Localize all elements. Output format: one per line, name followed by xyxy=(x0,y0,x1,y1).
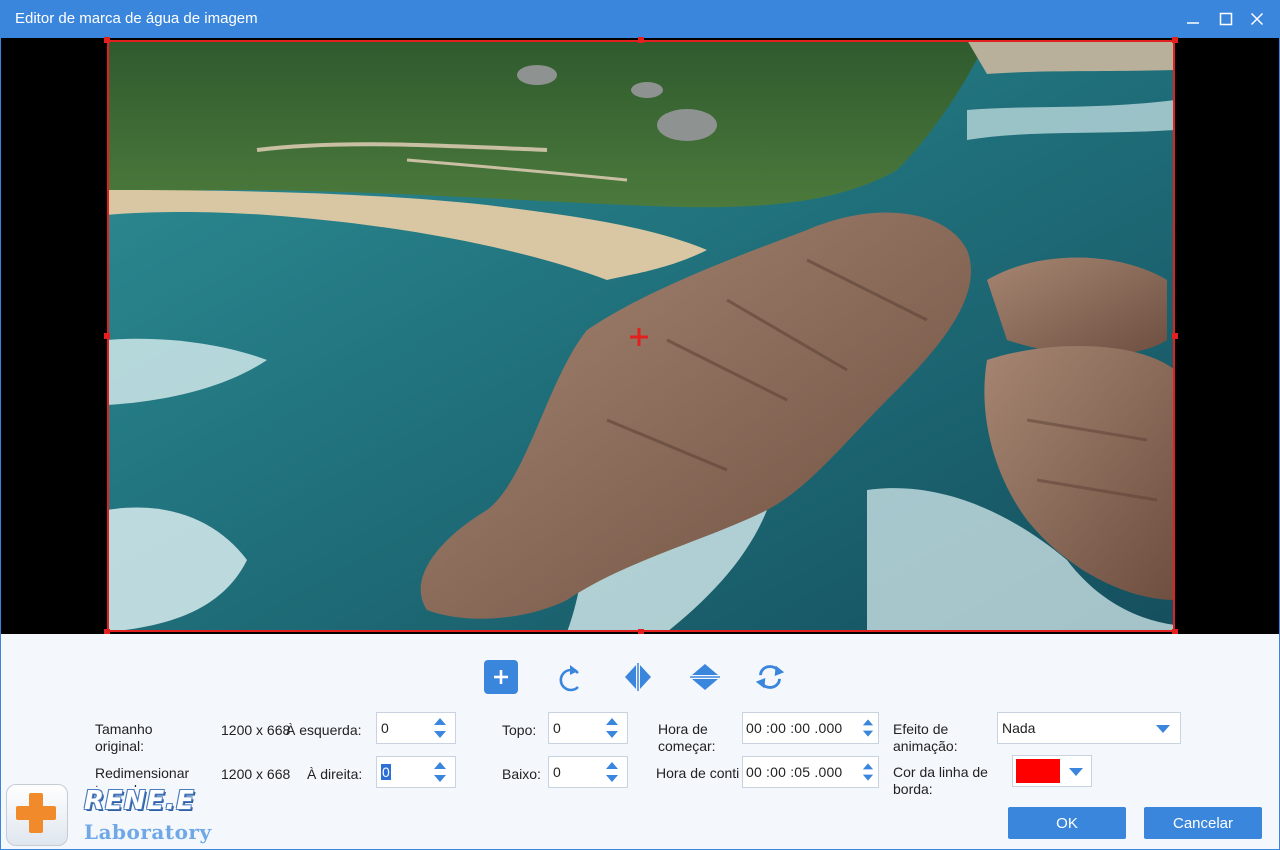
border-color-label: Cor da linha de borda: xyxy=(893,764,988,797)
flip-vertical-icon[interactable] xyxy=(688,660,722,694)
logo-badge xyxy=(6,784,68,846)
logo-subtitle: Laboratory xyxy=(84,820,212,844)
top-label: Topo: xyxy=(502,722,537,738)
resize-value: 1200 x 668 xyxy=(221,766,291,782)
left-label: À esquerda: xyxy=(286,722,362,738)
minimize-icon[interactable] xyxy=(1180,6,1206,32)
chevron-down-icon[interactable] xyxy=(1069,768,1083,776)
right-label: À direita: xyxy=(307,766,363,782)
window-title: Editor de marca de água de imagem xyxy=(15,10,258,27)
left-input[interactable]: 0 xyxy=(381,720,389,736)
resize-handle[interactable] xyxy=(1172,333,1178,339)
top-input[interactable]: 0 xyxy=(553,720,561,736)
border-color-picker[interactable] xyxy=(1012,755,1092,787)
stepper-arrows-icon[interactable] xyxy=(862,760,874,784)
right-input[interactable]: 0 xyxy=(381,764,391,780)
start-time-label: Hora de começar: xyxy=(658,721,716,754)
plus-icon[interactable] xyxy=(484,660,518,694)
bottom-label: Baixo: xyxy=(502,766,541,782)
end-time-field[interactable]: 00 :00 :05 .000 xyxy=(742,756,879,788)
maximize-icon[interactable] xyxy=(1213,6,1239,32)
image-preview-area xyxy=(0,37,1280,635)
original-size-value: 1200 x 668 xyxy=(221,722,291,738)
close-icon[interactable] xyxy=(1244,6,1270,32)
rotate-icon[interactable] xyxy=(554,660,588,694)
ok-button[interactable]: OK xyxy=(1008,807,1126,839)
move-crosshair-icon[interactable] xyxy=(628,326,650,348)
rene-e-logo: RENE.E Laboratory xyxy=(0,778,212,850)
resize-handle[interactable] xyxy=(104,333,110,339)
stepper-arrows-icon[interactable] xyxy=(433,760,447,784)
end-time-label: Hora de conti xyxy=(656,765,740,781)
left-stepper[interactable]: 0 xyxy=(376,712,456,744)
chevron-down-icon[interactable] xyxy=(1156,725,1170,733)
animation-label: Efeito de animação: xyxy=(893,721,958,754)
medical-cross-icon xyxy=(16,793,56,833)
start-time-input[interactable]: 00 :00 :00 .000 xyxy=(746,720,842,736)
stepper-arrows-icon[interactable] xyxy=(605,716,619,740)
original-size-label: Tamanho original: xyxy=(95,721,153,754)
top-stepper[interactable]: 0 xyxy=(548,712,628,744)
animation-select[interactable]: Nada xyxy=(997,712,1181,744)
right-stepper[interactable]: 0 xyxy=(376,756,456,788)
stepper-arrows-icon[interactable] xyxy=(862,716,874,740)
resize-handle[interactable] xyxy=(1172,37,1178,43)
bottom-stepper[interactable]: 0 xyxy=(548,756,628,788)
title-bar: Editor de marca de água de imagem xyxy=(0,0,1280,38)
end-time-input[interactable]: 00 :00 :05 .000 xyxy=(746,764,842,780)
border-color-swatch[interactable] xyxy=(1016,759,1060,783)
flip-horizontal-icon[interactable] xyxy=(621,660,655,694)
cancel-button[interactable]: Cancelar xyxy=(1144,807,1262,839)
start-time-field[interactable]: 00 :00 :00 .000 xyxy=(742,712,879,744)
bottom-input[interactable]: 0 xyxy=(553,764,561,780)
logo-title: RENE.E xyxy=(84,786,195,816)
stepper-arrows-icon[interactable] xyxy=(433,716,447,740)
stepper-arrows-icon[interactable] xyxy=(605,760,619,784)
refresh-icon[interactable] xyxy=(753,660,787,694)
animation-value: Nada xyxy=(1002,720,1036,736)
resize-handle[interactable] xyxy=(104,37,110,43)
resize-handle[interactable] xyxy=(638,37,644,43)
